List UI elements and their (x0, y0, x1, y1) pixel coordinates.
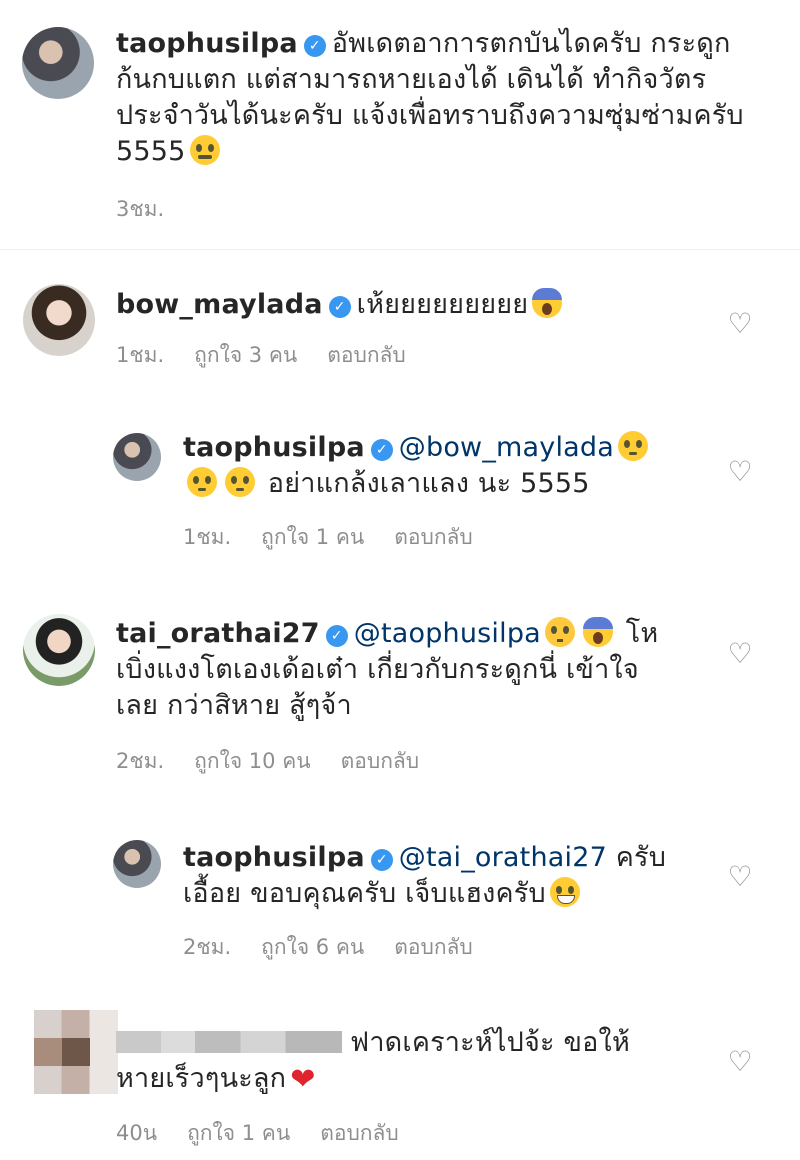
username[interactable]: taophusilpa (116, 28, 298, 59)
timestamp: 1ชม. (183, 525, 232, 549)
comment-body: อย่าแกล้งเลาแลง นะ 5555 (267, 468, 590, 499)
username[interactable]: taophusilpa (183, 432, 365, 463)
post-timestamp: 3ชม. (116, 197, 165, 221)
comment-body: เลย กว่าสิหาย สู้ๆจ้า (116, 690, 352, 721)
username-redacted (116, 1031, 342, 1053)
likes-count[interactable]: ถูกใจ 1 คน (187, 1121, 290, 1145)
heart-icon[interactable]: ♡ (725, 1048, 755, 1076)
avatar[interactable] (113, 840, 161, 888)
caption-text: 5555 (116, 136, 186, 167)
verified-badge-icon: ✓ (370, 849, 393, 871)
grinning-sweat-icon (549, 877, 580, 907)
comment-text: taophusilpa ✓ @tai_orathai27 ครับ เอื้อย ข… (183, 840, 703, 912)
scream-icon (582, 617, 613, 647)
comment-body: เบิ่งแงงโตเองเด้อเต๋า เกี่ยวกับกระดูกนี่… (116, 654, 639, 685)
comment-text: taophusilpa ✓ @bow_maylada อย่าแกล้งเลาแลง… (183, 430, 703, 502)
likes-count[interactable]: ถูกใจ 3 คน (194, 343, 297, 367)
pleading-face-icon (187, 467, 217, 497)
comment-body: หายเร็วๆนะลูก (116, 1063, 287, 1094)
avatar[interactable] (113, 433, 161, 481)
heart-icon[interactable]: ♡ (725, 458, 755, 486)
reply-button[interactable]: ตอบกลับ (394, 935, 473, 959)
pleading-face-icon (225, 467, 255, 497)
username[interactable]: taophusilpa (183, 842, 365, 873)
divider (0, 249, 800, 250)
comment-meta: 2ชม. ถูกใจ 6 คน ตอบกลับ (183, 934, 503, 960)
verified-badge-icon: ✓ (303, 35, 326, 57)
caption-text: ก้นกบแตก แต่สามารถหายเองได้ เดินได้ ทำกิ… (116, 64, 707, 95)
heart-icon[interactable]: ♡ (725, 310, 755, 338)
timestamp: 2ชม. (183, 935, 232, 959)
comment-text: bow_maylada ✓ เห้ยยยยยยยยย (116, 287, 706, 323)
comment-body: ครับ (615, 842, 667, 873)
reply-button[interactable]: ตอบกลับ (341, 749, 420, 773)
comment-body: เห้ยยยยยยยยย (356, 289, 529, 320)
caption-text: อัพเดตอาการตกบันไดครับ กระดูก (331, 28, 731, 59)
comment-meta: 2ชม. ถูกใจ 10 คน ตอบกลับ (116, 748, 449, 774)
heart-icon[interactable]: ♡ (725, 863, 755, 891)
verified-badge-icon: ✓ (370, 439, 393, 461)
scream-icon (532, 288, 563, 318)
mention-link[interactable]: @tai_orathai27 (399, 842, 607, 873)
avatar[interactable] (34, 1010, 118, 1094)
comment-body: โห (625, 618, 659, 649)
comment-text: tai_orathai27 ✓ @taophusilpa โห เบิ่งแงงโต… (116, 616, 706, 724)
reply-button[interactable]: ตอบกลับ (394, 525, 473, 549)
likes-count[interactable]: ถูกใจ 1 คน (261, 525, 364, 549)
username[interactable]: bow_maylada (116, 289, 323, 320)
avatar[interactable] (22, 27, 94, 99)
caption-text: ประจำวันได้นะครับ แจ้งเพื่อทราบถึงความซุ… (116, 100, 744, 131)
timestamp: 1ชม. (116, 343, 165, 367)
flushed-face-icon (544, 617, 575, 647)
pleading-face-icon (617, 431, 648, 461)
avatar[interactable] (23, 614, 95, 686)
timestamp: 2ชม. (116, 749, 165, 773)
likes-count[interactable]: ถูกใจ 6 คน (261, 935, 364, 959)
reply-button[interactable]: ตอบกลับ (327, 343, 406, 367)
comment-meta: 1ชม. ถูกใจ 3 คน ตอบกลับ (116, 342, 436, 368)
timestamp: 40น (116, 1121, 158, 1145)
post-caption: taophusilpa ✓ อัพเดตอาการตกบันไดครับ กระดู… (116, 26, 786, 170)
comment-meta: 40น ถูกใจ 1 คน ตอบกลับ (116, 1120, 429, 1146)
mention-link[interactable]: @taophusilpa (354, 618, 541, 649)
comment-body: เอื้อย ขอบคุณครับ เจ็บแฮงครับ (183, 878, 546, 909)
reply-button[interactable]: ตอบกลับ (320, 1121, 399, 1145)
comment-text: ฟาดเคราะห์ไปจ้ะ ขอให้ หายเร็วๆนะลูก ❤ (116, 1025, 706, 1098)
red-heart-icon: ❤ (290, 1062, 316, 1097)
confounded-face-icon (189, 135, 220, 165)
verified-badge-icon: ✓ (325, 625, 348, 647)
comment-meta: 1ชม. ถูกใจ 1 คน ตอบกลับ (183, 524, 503, 550)
avatar[interactable] (23, 284, 95, 356)
heart-icon[interactable]: ♡ (725, 640, 755, 668)
username[interactable]: tai_orathai27 (116, 618, 320, 649)
comment-body: ฟาดเคราะห์ไปจ้ะ ขอให้ (350, 1027, 630, 1058)
verified-badge-icon: ✓ (328, 296, 351, 318)
likes-count[interactable]: ถูกใจ 10 คน (194, 749, 310, 773)
mention-link[interactable]: @bow_maylada (399, 432, 614, 463)
